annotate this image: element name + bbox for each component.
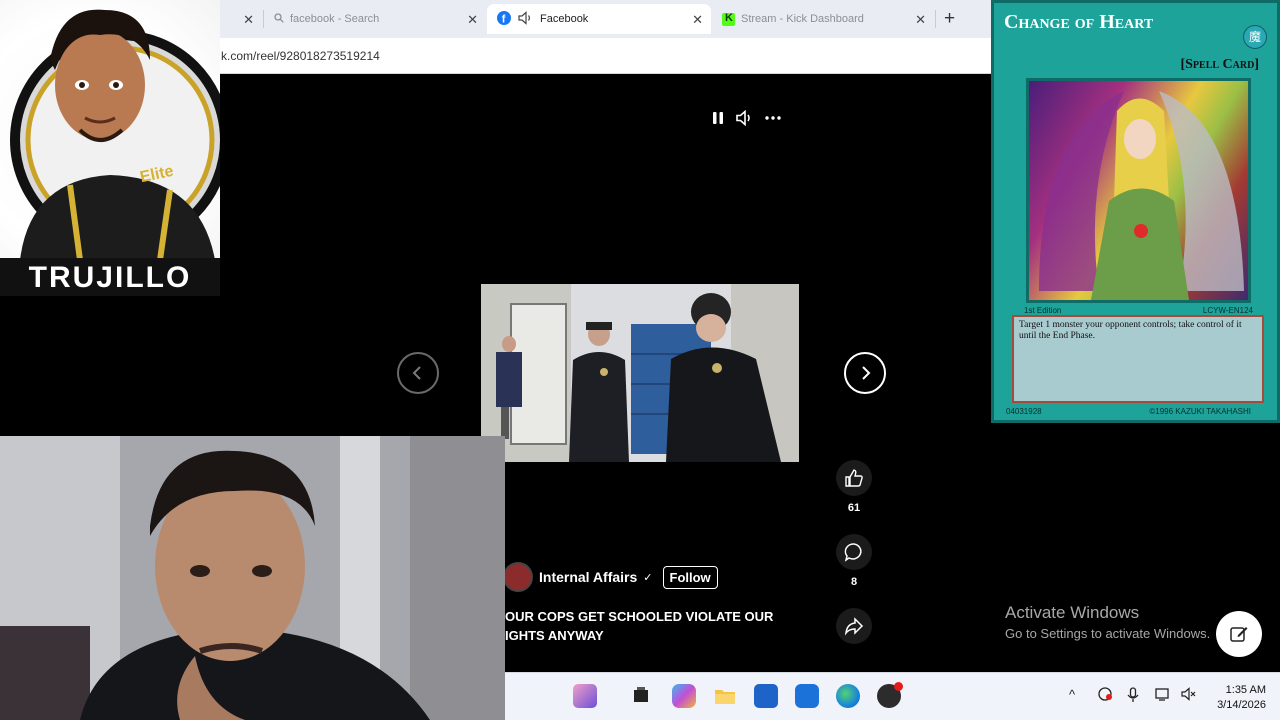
card-edition: 1st Edition: [1024, 306, 1062, 315]
screen: ⌄ ✕ facebook - Search ✕ f Facebook ✕ K: [0, 0, 1280, 720]
next-reel-button[interactable]: [844, 352, 886, 394]
watermark-subtitle: Go to Settings to activate Windows.: [1005, 626, 1211, 641]
share-icon: [844, 617, 864, 636]
tray-overflow-icon[interactable]: ^: [1069, 687, 1075, 702]
task-view-icon[interactable]: [629, 684, 653, 708]
card-type: [Spell Card]: [1180, 57, 1259, 72]
video-controls: [710, 110, 782, 126]
card-overlay: Change of Heart 魔 [Spell Card] 1st Editi…: [991, 0, 1280, 423]
url-field[interactable]: k.com/reel/928018273519214: [221, 49, 380, 63]
tab-facebook[interactable]: f Facebook ✕: [487, 4, 711, 34]
taskbar: ^: [505, 672, 1280, 720]
card-passcode: 04031928: [1006, 407, 1042, 416]
card-name: Change of Heart: [1004, 11, 1154, 33]
tab-separator: [935, 10, 936, 28]
tab-kick-dashboard[interactable]: K Stream - Kick Dashboard ✕: [712, 4, 934, 34]
comment-button[interactable]: [836, 534, 872, 570]
avatar-illustration: [10, 9, 220, 261]
copilot-icon[interactable]: [672, 684, 696, 708]
author-name[interactable]: Internal Affairs: [539, 569, 637, 585]
chevron-left-icon: [412, 366, 421, 380]
edit-icon: [1230, 627, 1248, 642]
new-tab-button[interactable]: +: [944, 8, 955, 30]
close-icon[interactable]: ✕: [243, 12, 254, 28]
comment-icon: [844, 543, 862, 562]
outlook-icon[interactable]: [795, 684, 819, 708]
watermark-title: Activate Windows: [1005, 603, 1140, 622]
volume-muted-icon[interactable]: [1181, 687, 1197, 704]
notification-dot: [894, 682, 903, 691]
caption-line: OUR COPS GET SCHOOLED VIOLATE OUR: [505, 609, 774, 624]
clock-date: 3/14/2026: [1217, 699, 1266, 711]
kick-icon: K: [722, 12, 735, 26]
microphone-icon[interactable]: [1127, 687, 1139, 706]
video-frame: [481, 284, 799, 462]
more-icon[interactable]: [764, 110, 782, 126]
like-count: 61: [847, 502, 861, 514]
volume-icon[interactable]: [736, 110, 754, 126]
pause-icon[interactable]: [710, 110, 726, 126]
compose-button[interactable]: [1216, 611, 1262, 657]
webcam-overlay: [0, 436, 505, 720]
close-icon[interactable]: ✕: [915, 12, 926, 28]
verified-icon: ✓: [643, 571, 653, 584]
search-icon: [274, 12, 284, 26]
card-effect-text: Target 1 monster your opponent controls;…: [1012, 315, 1264, 403]
reel-video[interactable]: [481, 284, 799, 462]
card-illustration: [1039, 91, 1244, 300]
card-copyright: ©1996 KAZUKI TAKAHASHI: [1149, 407, 1251, 416]
svg-text:f: f: [502, 13, 506, 25]
like-button[interactable]: [836, 460, 872, 496]
close-icon[interactable]: ✕: [467, 12, 478, 28]
tab-facebook-search[interactable]: facebook - Search ✕: [264, 4, 486, 34]
facebook-icon: f: [497, 10, 511, 28]
follow-button[interactable]: Follow: [662, 565, 718, 589]
card-artwork: [1026, 78, 1251, 303]
tab-title: Stream - Kick Dashboard: [741, 13, 864, 25]
tab-title: Facebook: [540, 13, 589, 25]
chevron-right-icon: [862, 366, 871, 380]
previous-reel-button[interactable]: [397, 352, 439, 394]
network-icon[interactable]: [1097, 687, 1113, 704]
card-set-code: LCYW-EN124: [1202, 306, 1253, 315]
clock-time: 1:35 AM: [1225, 684, 1266, 696]
widgets-icon[interactable]: [573, 684, 597, 708]
share-button[interactable]: [836, 608, 872, 644]
reel-author: Internal Affairs ✓ Follow: [503, 562, 718, 592]
activate-windows-watermark: Activate Windows Go to Settings to activ…: [1005, 603, 1210, 641]
comment-count: 8: [850, 576, 858, 588]
streamer-name-banner: TRUJILLO: [0, 258, 220, 296]
reel-caption: OUR COPS GET SCHOOLED VIOLATE OUR IGHTS …: [505, 607, 795, 645]
edge-icon[interactable]: [836, 684, 860, 708]
webcam-feed: [0, 436, 505, 720]
file-explorer-icon[interactable]: [713, 684, 737, 708]
reel-actions: 61 8: [836, 460, 872, 644]
author-avatar[interactable]: [503, 562, 533, 592]
spell-attribute-icon: 魔: [1243, 25, 1267, 49]
close-icon[interactable]: ✕: [692, 12, 703, 28]
volume-icon[interactable]: [518, 10, 534, 28]
display-icon[interactable]: [1155, 687, 1171, 704]
tab-title: facebook - Search: [290, 13, 380, 25]
like-icon: [845, 469, 863, 487]
streamer-logo-overlay: Elite TRUJILLO: [0, 0, 220, 296]
system-clock[interactable]: 1:35 AM 3/14/2026: [1206, 683, 1266, 713]
store-icon[interactable]: [754, 684, 778, 708]
caption-line: IGHTS ANYWAY: [505, 628, 604, 643]
